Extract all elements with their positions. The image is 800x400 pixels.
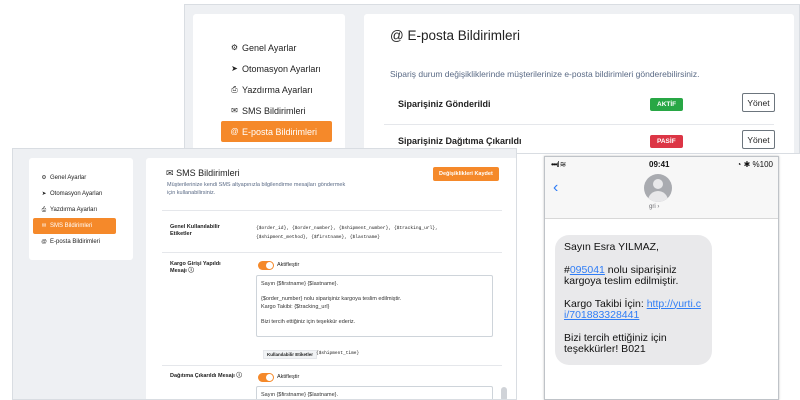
- manage-button[interactable]: Yönet: [742, 93, 775, 112]
- message-line: Kargo Takibi: {$tracking_url}: [261, 303, 330, 310]
- message-line: [261, 289, 488, 297]
- sidebar-item-otomasyon-ayarlari[interactable]: ➤ Otomasyon Ayarları: [206, 58, 332, 79]
- page-title: @ E-posta Bildirimleri: [390, 28, 520, 43]
- conversation-header: •••ıl ≋ 09:41 ◔ ✱ %100 ‹ gri ›: [545, 157, 778, 219]
- page-title-text: SMS Bildirimleri: [176, 168, 240, 178]
- scrollbar[interactable]: [501, 387, 507, 399]
- divider: [162, 210, 502, 211]
- info-icon: ⓘ: [236, 373, 242, 379]
- message-line: Sayın {$firstname} {$lastname}.: [261, 281, 339, 287]
- battery-icon: ◔ ✱ %100: [736, 160, 773, 169]
- sidebar-item-yazdirma-ayarlari[interactable]: ⎙ Yazdırma Ayarları: [206, 79, 332, 100]
- avatar[interactable]: [644, 174, 672, 202]
- sidebar-item-label: Genel Ayarlar: [242, 42, 297, 53]
- message-line: {$order_number} nolu siparişiniz kargoya…: [261, 296, 402, 302]
- cargo-entry-label-text: Kargo Girişi Yapıldı Mesajı: [170, 261, 221, 274]
- distribution-label-text: Dağıtıma Çıkarıldı Mesajı: [170, 373, 235, 379]
- tracking-prefix: Kargo Takibi İçin:: [564, 297, 647, 310]
- envelope-icon: ✉: [166, 168, 174, 178]
- info-icon: ⓘ: [188, 268, 194, 274]
- settings-sidebar: ⚙ Genel Ayarlar ➤ Otomasyon Ayarları ⎙ Y…: [193, 14, 345, 152]
- sms-settings-screenshot: ⚙ Genel Ayarlar ➤ Otomasyon Ayarları ⎙ Y…: [12, 148, 517, 400]
- rocket-icon: ➤: [41, 191, 47, 197]
- avatar-body: [648, 191, 668, 202]
- message-order: #095041 nolu siparişiniz kargoya teslim …: [564, 264, 703, 288]
- settings-sidebar: ⚙ Genel Ayarlar ➤ Otomasyon Ayarları ⎙ Y…: [29, 158, 133, 260]
- composite-screenshot: ⚙ Genel Ayarlar ➤ Otomasyon Ayarları ⎙ Y…: [0, 0, 800, 400]
- sidebar-item-label: Otomasyon Ayarları: [50, 191, 103, 197]
- gears-icon: ⚙: [230, 43, 239, 52]
- sidebar-item-label: Genel Ayarlar: [50, 175, 87, 181]
- sidebar-item-sms-bildirimleri[interactable]: ✉ SMS Bildirimleri: [33, 218, 116, 234]
- sidebar-item-eposta-bildirimleri[interactable]: @ E-posta Bildirimleri: [221, 121, 332, 142]
- sidebar-item-label: E-posta Bildirimleri: [50, 239, 101, 245]
- sms-message-bubble: Sayın Esra YILMAZ, #095041 nolu siparişi…: [555, 235, 712, 365]
- email-settings-screenshot: ⚙ Genel Ayarlar ➤ Otomasyon Ayarları ⎙ Y…: [184, 4, 800, 154]
- message-tracking: Kargo Takibi İçin: http://yurti.ci/70188…: [564, 297, 703, 322]
- phone-sms-preview: •••ıl ≋ 09:41 ◔ ✱ %100 ‹ gri › Sayın Esr…: [544, 156, 779, 400]
- contact-name[interactable]: gri ›: [649, 204, 659, 210]
- general-tags-list: {$order_id}, {$order_number}, {$shipment…: [256, 226, 438, 240]
- notification-row: Siparişiniz Gönderildi AKTİF Yönet: [398, 93, 775, 112]
- sidebar-item-sms-bildirimleri[interactable]: ✉ SMS Bildirimleri: [206, 100, 332, 121]
- message-closing: Bizi tercih ettiğiniz için teşekkürler! …: [564, 331, 667, 355]
- avatar-head: [653, 179, 663, 189]
- order-number-link[interactable]: 095041: [570, 264, 605, 276]
- at-icon: @: [230, 127, 239, 136]
- sidebar-item-label: SMS Bildirimleri: [242, 105, 306, 116]
- cargo-entry-message-textarea[interactable]: Sayın {$firstname} {$lastname}. {$order_…: [256, 275, 493, 337]
- email-notifications-panel: @ E-posta Bildirimleri Sipariş durum değ…: [364, 14, 794, 153]
- message-line: Bizi tercih ettiğiniz için teşekkür eder…: [261, 318, 356, 325]
- sidebar-item-label: E-posta Bildirimleri: [242, 126, 318, 137]
- sidebar-item-label: Yazdırma Ayarları: [242, 84, 313, 95]
- sidebar-item-label: Otomasyon Ayarları: [242, 63, 321, 74]
- general-tags-label: Genel Kullanılabilir Etiketler: [170, 224, 220, 237]
- status-badge: AKTİF: [650, 98, 684, 111]
- signal-icon: •••ıl ≋: [551, 160, 566, 169]
- save-changes-button[interactable]: Değişiklikleri Kaydet: [433, 167, 499, 181]
- back-chevron-icon[interactable]: ‹: [553, 179, 558, 197]
- notification-label: Siparişiniz Gönderildi: [398, 99, 491, 109]
- envelope-icon: ✉: [41, 223, 47, 229]
- cargo-entry-label: Kargo Girişi Yapıldı Mesajı ⓘ: [170, 261, 232, 275]
- manage-button[interactable]: Yönet: [742, 130, 775, 149]
- envelope-icon: ✉: [231, 106, 238, 115]
- divider: [162, 252, 502, 253]
- rocket-icon: ➤: [231, 64, 238, 73]
- sms-notifications-panel: ✉ SMS Bildirimleri Müşterilerinize kendi…: [146, 158, 516, 399]
- notification-label: Siparişiniz Dağıtıma Çıkarıldı: [398, 136, 522, 146]
- page-description: Müşterilerinize kendi SMS altyapınızla b…: [167, 182, 346, 196]
- at-icon: @: [41, 239, 47, 245]
- available-tags-label: Kullanılabilir Etiketler: [263, 350, 318, 359]
- sidebar-item-genel-ayarlar[interactable]: ⚙ Genel Ayarlar: [33, 170, 129, 186]
- cargo-entry-toggle[interactable]: [258, 261, 274, 270]
- distribution-toggle[interactable]: [258, 373, 274, 382]
- sidebar-item-label: SMS Bildirimleri: [50, 223, 93, 229]
- gears-icon: ⚙: [41, 175, 47, 181]
- notification-row: Siparişiniz Dağıtıma Çıkarıldı PASİF Yön…: [398, 130, 775, 149]
- message-line: [261, 311, 488, 319]
- message-greeting: Sayın Esra YILMAZ,: [564, 241, 659, 253]
- page-description: Sipariş durum değişikliklerinde müşteril…: [390, 69, 700, 79]
- sidebar-item-genel-ayarlar[interactable]: ⚙ Genel Ayarlar: [206, 37, 332, 58]
- printer-icon: ⎙: [231, 84, 238, 94]
- sidebar-item-label: Yazdırma Ayarları: [50, 207, 98, 213]
- toggle-label: Aktifleştir: [277, 374, 300, 380]
- status-time: 09:41: [649, 160, 670, 169]
- sidebar-item-eposta-bildirimleri[interactable]: @ E-posta Bildirimleri: [33, 234, 129, 250]
- status-badge: PASİF: [650, 135, 683, 148]
- distribution-message-textarea[interactable]: Sayın {$firstname} {$lastname}.: [256, 386, 493, 399]
- divider: [384, 124, 774, 125]
- sidebar-item-otomasyon-ayarlari[interactable]: ➤ Otomasyon Ayarları: [33, 186, 129, 202]
- message-line: Sayın {$firstname} {$lastname}.: [261, 392, 339, 398]
- divider: [162, 365, 502, 366]
- page-title: ✉ SMS Bildirimleri: [166, 168, 240, 179]
- toggle-label: Aktifleştir: [277, 262, 300, 268]
- distribution-label: Dağıtıma Çıkarıldı Mesajı ⓘ: [170, 373, 246, 380]
- printer-icon: ⎙: [41, 206, 47, 213]
- available-tags-value: {$shipment_time}: [316, 351, 360, 356]
- sidebar-item-yazdirma-ayarlari[interactable]: ⎙ Yazdırma Ayarları: [33, 202, 129, 218]
